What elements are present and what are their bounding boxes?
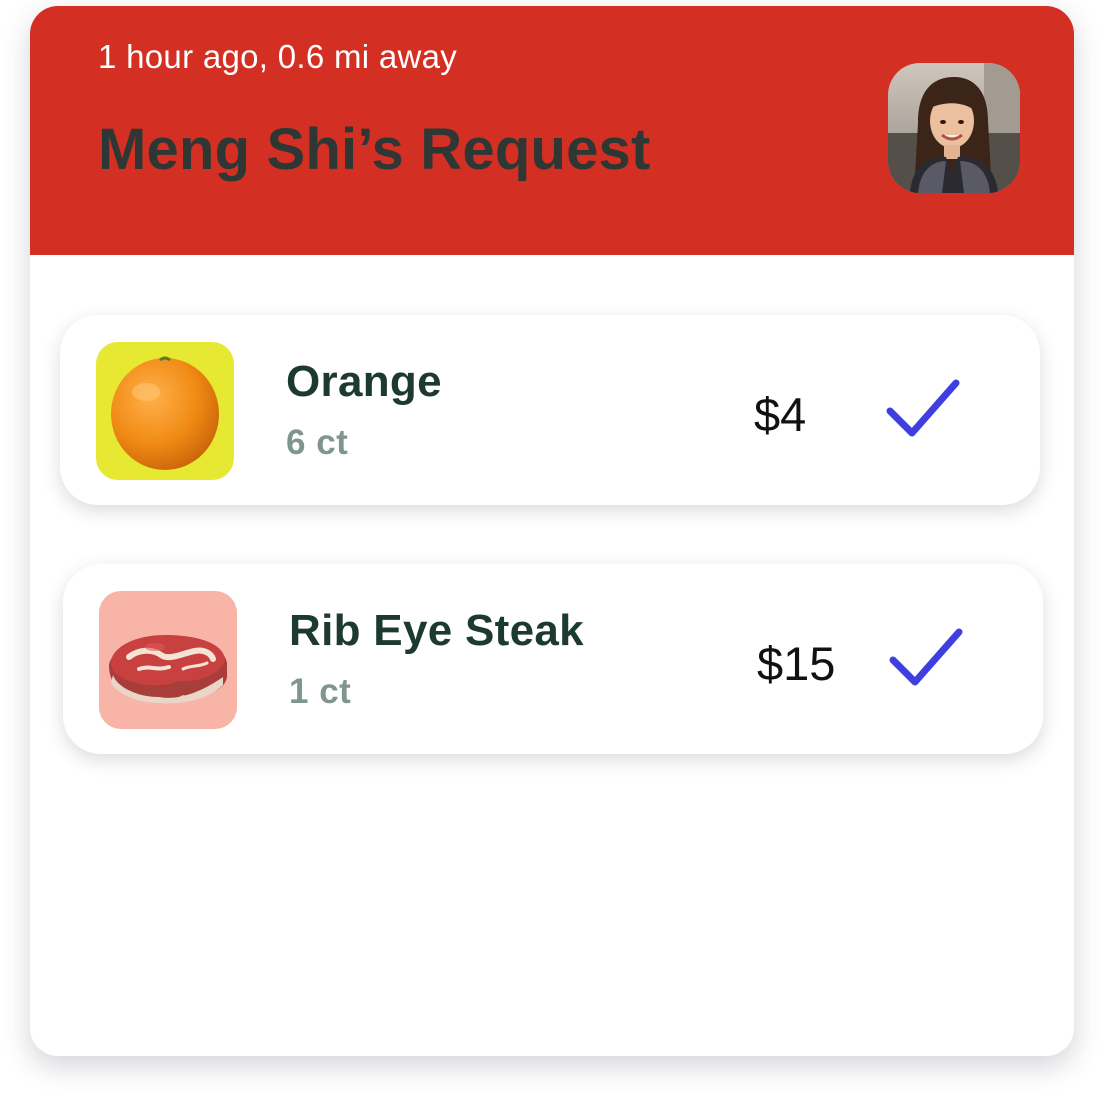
request-header: 1 hour ago, 0.6 mi away Meng Shi’s Reque… bbox=[30, 6, 1074, 255]
request-card[interactable]: 1 hour ago, 0.6 mi away Meng Shi’s Reque… bbox=[30, 6, 1074, 1056]
checkmark-icon[interactable] bbox=[887, 626, 967, 690]
item-quantity: 1 ct bbox=[289, 672, 352, 711]
steak-image-icon bbox=[99, 591, 237, 729]
avatar[interactable] bbox=[888, 63, 1020, 193]
list-item[interactable]: Rib Eye Steak 1 ct $15 bbox=[63, 564, 1043, 754]
checkmark-icon[interactable] bbox=[884, 377, 964, 441]
list-item[interactable]: Orange 6 ct $4 bbox=[60, 315, 1040, 505]
user-photo-avatar-icon bbox=[888, 63, 1020, 193]
item-thumbnail bbox=[96, 342, 234, 480]
item-name: Orange bbox=[286, 357, 442, 406]
item-price: $4 bbox=[754, 388, 807, 441]
request-meta: 1 hour ago, 0.6 mi away bbox=[98, 38, 458, 75]
orange-fruit-image-icon bbox=[96, 342, 234, 480]
item-name: Rib Eye Steak bbox=[289, 606, 584, 655]
item-quantity: 6 ct bbox=[286, 423, 349, 462]
item-price: $15 bbox=[757, 637, 836, 690]
item-thumbnail bbox=[99, 591, 237, 729]
request-title: Meng Shi’s Request bbox=[98, 117, 651, 182]
